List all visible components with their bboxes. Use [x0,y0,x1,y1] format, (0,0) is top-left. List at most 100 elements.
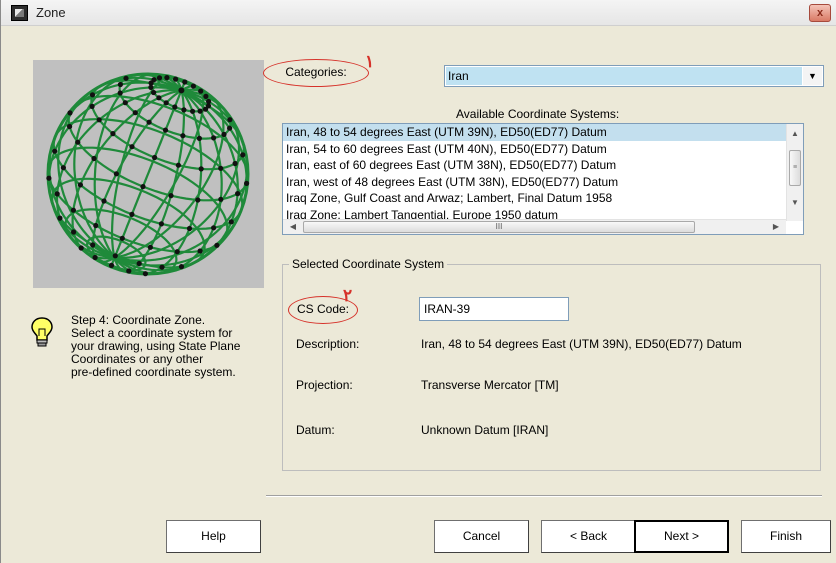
projection-label: Projection: [296,378,353,392]
globe-node [122,100,128,106]
close-button[interactable]: x [809,4,831,22]
scroll-up-icon[interactable]: ▲ [787,126,803,142]
globe-node [162,127,169,133]
globe-node [211,225,217,231]
globe-node [163,100,169,106]
horizontal-scrollbar[interactable]: ◀ III ▶ [283,219,786,234]
globe-node [195,197,201,203]
globe-node [168,193,174,199]
back-button[interactable]: < Back [541,520,636,553]
globe-node [178,87,185,94]
window-title: Zone [36,5,66,20]
globe-node [240,152,246,158]
zone-dialog: Zone x Step 4: Coordinate Zone. Select a… [0,0,836,563]
globe-node [214,242,220,248]
globe-node [228,219,234,225]
finish-button[interactable]: Finish [741,520,831,553]
description-label: Description: [296,337,360,351]
footer-divider [266,495,822,497]
globe-node [52,148,58,154]
globe-node [91,155,97,162]
app-icon [11,5,28,21]
globe-node [70,207,76,213]
globe-node [218,165,224,171]
globe-node [113,171,119,177]
cs-code-input[interactable]: IRAN-39 [419,297,569,321]
globe-node [67,110,73,116]
step-description: Step 4: Coordinate Zone. Select a coordi… [71,314,271,379]
globe-node [197,248,203,254]
globe-node [164,75,170,81]
selected-cs-group [282,264,821,471]
globe-node [159,264,165,270]
globe-node [126,268,132,274]
scroll-right-icon[interactable]: ▶ [768,220,784,234]
globe-node [148,84,154,90]
help-button[interactable]: Help [166,520,261,553]
globe-node [244,180,250,186]
globe-node [227,125,233,131]
globe-node [136,260,142,267]
globe-node [110,131,116,137]
globe-node [198,166,204,172]
globe-node [93,222,99,229]
globe-node [227,117,233,123]
globe-node [158,221,164,227]
annotation-mark-1: ۱ [365,52,375,72]
globe-node [57,215,63,221]
globe-node [203,93,209,99]
list-item[interactable]: Iran, 48 to 54 degrees East (UTM 39N), E… [283,124,786,141]
globe-node [173,76,179,82]
list-item[interactable]: Iran, west of 48 degrees East (UTM 38N),… [283,174,786,191]
list-item[interactable]: Iraq Zone, Gulf Coast and Arwaz; Lambert… [283,190,786,207]
list-item[interactable]: Iran, 54 to 60 degrees East (UTM 40N), E… [283,141,786,158]
globe-node [235,191,241,197]
globe-node [181,107,187,113]
horizontal-scroll-thumb[interactable]: III [303,221,695,233]
description-value: Iran, 48 to 54 degrees East (UTM 39N), E… [421,337,742,351]
globe-icon [46,72,250,277]
globe-node [175,162,181,168]
globe-node [77,182,83,188]
globe-node [89,92,96,98]
globe-node [174,249,180,255]
globe-node [147,244,153,250]
globe-node [129,211,135,217]
categories-selected-value: Iran [446,67,802,85]
globe-node [112,253,118,259]
cancel-button[interactable]: Cancel [434,520,529,553]
globe-node [206,98,212,105]
vertical-scroll-thumb[interactable]: ≡ [789,150,801,186]
globe-node [211,135,217,141]
chevron-down-icon[interactable]: ▼ [803,67,822,85]
coordinate-system-list[interactable]: Iran, 48 to 54 degrees East (UTM 39N), E… [282,123,804,235]
annotation-mark-2: ۲ [343,286,353,306]
next-button[interactable]: Next > [634,520,729,553]
title-bar: Zone x [1,0,836,26]
globe-node [71,229,77,235]
globe-node [119,235,125,241]
globe-node [117,90,123,96]
scroll-down-icon[interactable]: ▼ [787,195,803,211]
globe-node [67,123,73,130]
projection-value: Transverse Mercator [TM] [421,378,559,392]
vertical-scrollbar[interactable]: ▲ ≡ ▼ [786,124,803,221]
categories-label: Categories: [263,59,369,87]
globe-node [117,81,123,88]
categories-dropdown[interactable]: Iran ▼ [444,65,824,87]
cs-list-items: Iran, 48 to 54 degrees East (UTM 39N), E… [283,124,786,221]
globe-node [190,108,196,114]
globe-node [218,196,224,202]
globe-node [172,104,178,110]
globe-node [132,110,138,116]
list-item[interactable]: Iran, east of 60 degrees East (UTM 38N),… [283,157,786,174]
scroll-left-icon[interactable]: ◀ [285,220,301,234]
globe-node [190,83,196,89]
globe-node [182,79,188,85]
globe-node [196,135,202,141]
globe-node [129,144,135,150]
lightbulb-icon [31,317,53,347]
globe-node [75,139,81,145]
globe-node [96,117,102,123]
globe-illustration [33,60,264,288]
